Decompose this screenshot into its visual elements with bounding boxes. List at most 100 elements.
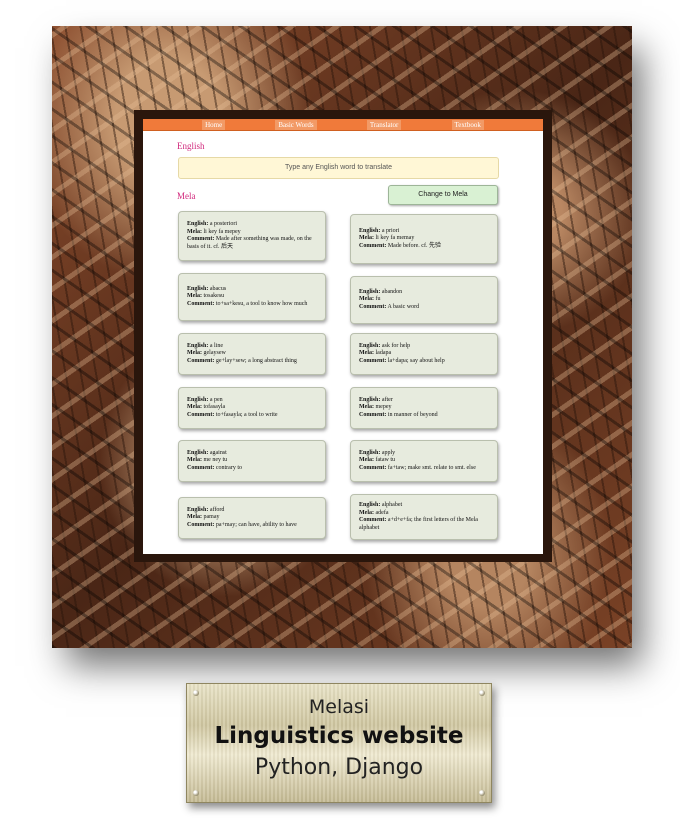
word-english-line: English: a posteriori — [187, 221, 317, 229]
word-comment-label: Comment: — [187, 464, 215, 471]
word-comment-line: Comment: la+dapa; say about help — [359, 358, 489, 366]
word-english-value: a priori — [381, 227, 400, 234]
word-card: English: abacus Mela: tosakesu Comment: to… — [178, 273, 326, 321]
word-mela-line: Mela: tofasayla — [187, 404, 317, 412]
word-english-label: English: — [187, 449, 209, 456]
word-mela-line: Mela: li key fa memay — [359, 235, 489, 243]
nav-textbook[interactable]: Textbook — [451, 119, 484, 130]
word-mela-value: pamay — [203, 514, 220, 521]
target-language-label: Mela — [177, 191, 196, 201]
word-card: English: ask for help Mela: ladapa Comment… — [350, 333, 498, 375]
plaque-tech: Python, Django — [254, 755, 424, 780]
word-comment-line: Comment: contrary to — [187, 465, 317, 473]
word-comment-value: Made before. cf. 先验 — [387, 242, 441, 249]
word-mela-label: Mela: — [359, 509, 374, 516]
word-mela-label: Mela: — [359, 457, 374, 464]
word-comment-value: contrary to — [215, 464, 242, 471]
word-mela-value: me ney tu — [203, 457, 228, 464]
word-comment-value: to+fasayla; a tool to write — [215, 411, 278, 418]
word-card: English: apply Mela: fataw tu Comment: fa+… — [350, 440, 498, 482]
word-comment-value: in manner of beyond — [387, 411, 438, 418]
word-english-line: English: after — [359, 397, 489, 405]
word-english-value: a pen — [209, 396, 223, 403]
word-comment-label: Comment: — [187, 357, 215, 364]
word-english-label: English: — [359, 288, 381, 295]
word-english-line: English: alphabet — [359, 502, 489, 510]
word-mela-line: Mela: fataw tu — [359, 457, 489, 465]
word-mela-value: fataw tu — [375, 457, 396, 464]
word-english-label: English: — [187, 285, 209, 292]
word-mela-value: mepey — [375, 404, 392, 411]
word-comment-line: Comment: ge+lay+sew; a long abstract thi… — [187, 358, 317, 366]
word-card: English: a posteriori Mela: li key fa mep… — [178, 211, 326, 261]
word-card: English: abandon Mela: fu Comment: A basic… — [350, 276, 498, 324]
word-english-value: alphabet — [381, 502, 403, 508]
word-english-line: English: abacus — [187, 286, 317, 294]
word-english-label: English: — [187, 396, 209, 403]
word-comment-label: Comment: — [359, 517, 387, 523]
word-mela-value: li key fa memay — [375, 235, 415, 242]
word-comment-line: Comment: Made after something was made, … — [187, 236, 317, 251]
word-comment-value: pa+may; can have, ability to have — [215, 521, 297, 528]
word-comment-value: A basic word — [387, 303, 420, 310]
word-english-value: against — [209, 449, 227, 456]
word-comment-line: Comment: to+sa+kesu, a tool to know how … — [187, 301, 317, 309]
word-comment-line: Comment: pa+may; can have, ability to ha… — [187, 522, 317, 530]
word-english-line: English: afford — [187, 507, 317, 515]
word-mela-value: gelaysew — [203, 350, 226, 357]
word-english-label: English: — [359, 449, 381, 456]
word-mela-line: Mela: me ney tu — [187, 457, 317, 465]
word-card: English: a pen Mela: tofasayla Comment: to… — [178, 387, 326, 429]
word-comment-label: Comment: — [359, 303, 387, 310]
word-comment-label: Comment: — [359, 464, 387, 471]
word-mela-label: Mela: — [187, 228, 202, 235]
word-mela-label: Mela: — [359, 235, 374, 242]
word-card: English: a line Mela: gelaysew Comment: ge… — [178, 333, 326, 375]
word-comment-label: Comment: — [187, 236, 215, 242]
word-comment-value: fa+taw; make smt. relate to smt. else — [387, 464, 476, 471]
word-comment-line: Comment: a+d+e+fa; the first letters of … — [359, 517, 489, 532]
word-mela-value: tosakesu — [203, 293, 225, 300]
word-mela-line: Mela: pamay — [187, 514, 317, 522]
word-english-label: English: — [359, 396, 381, 403]
nav-translator[interactable]: Translator — [366, 119, 402, 130]
translate-input[interactable]: Type any English word to translate — [178, 157, 499, 179]
plaque-title: Linguistics website — [214, 723, 464, 749]
word-comment-label: Comment: — [187, 411, 215, 418]
word-mela-label: Mela: — [187, 457, 202, 464]
word-mela-value: ladapa — [375, 350, 392, 357]
word-english-value: ask for help — [381, 342, 411, 349]
word-english-value: a posteriori — [209, 221, 238, 227]
word-english-label: English: — [359, 502, 381, 508]
word-card: English: a priori Mela: li key fa memay Co… — [350, 214, 498, 264]
word-mela-line: Mela: tosakesu — [187, 293, 317, 301]
navbar: Home Basic Words Translator Textbook — [143, 119, 543, 131]
word-mela-line: Mela: fu — [359, 296, 489, 304]
source-language-label: English — [177, 141, 205, 151]
word-mela-label: Mela: — [187, 350, 202, 357]
word-comment-value: ge+lay+sew; a long abstract thing — [215, 357, 297, 364]
word-mela-label: Mela: — [187, 404, 202, 411]
word-english-line: English: a line — [187, 343, 317, 351]
word-comment-line: Comment: in manner of beyond — [359, 412, 489, 420]
word-mela-label: Mela: — [359, 350, 374, 357]
word-mela-value: adefa — [375, 509, 389, 516]
word-comment-label: Comment: — [187, 521, 215, 528]
website-screenshot: Home Basic Words Translator Textbook Eng… — [143, 119, 543, 554]
change-language-button[interactable]: Change to Mela — [388, 185, 498, 205]
word-english-value: after — [381, 396, 393, 403]
word-mela-line: Mela: mepey — [359, 404, 489, 412]
word-mela-label: Mela: — [187, 514, 202, 521]
word-card: English: afford Mela: pamay Comment: pa+ma… — [178, 497, 326, 539]
word-english-value: a line — [209, 342, 224, 349]
word-card: English: after Mela: mepey Comment: in man… — [350, 387, 498, 429]
screw-icon — [193, 790, 199, 796]
word-mela-value: tofasayla — [203, 404, 226, 411]
word-comment-label: Comment: — [359, 411, 387, 418]
nav-home[interactable]: Home — [202, 119, 226, 130]
word-english-value: abandon — [381, 288, 403, 295]
word-english-value: apply — [381, 449, 396, 456]
word-mela-label: Mela: — [187, 293, 202, 300]
word-comment-line: Comment: to+fasayla; a tool to write — [187, 412, 317, 420]
nav-basic-words[interactable]: Basic Words — [275, 119, 317, 130]
